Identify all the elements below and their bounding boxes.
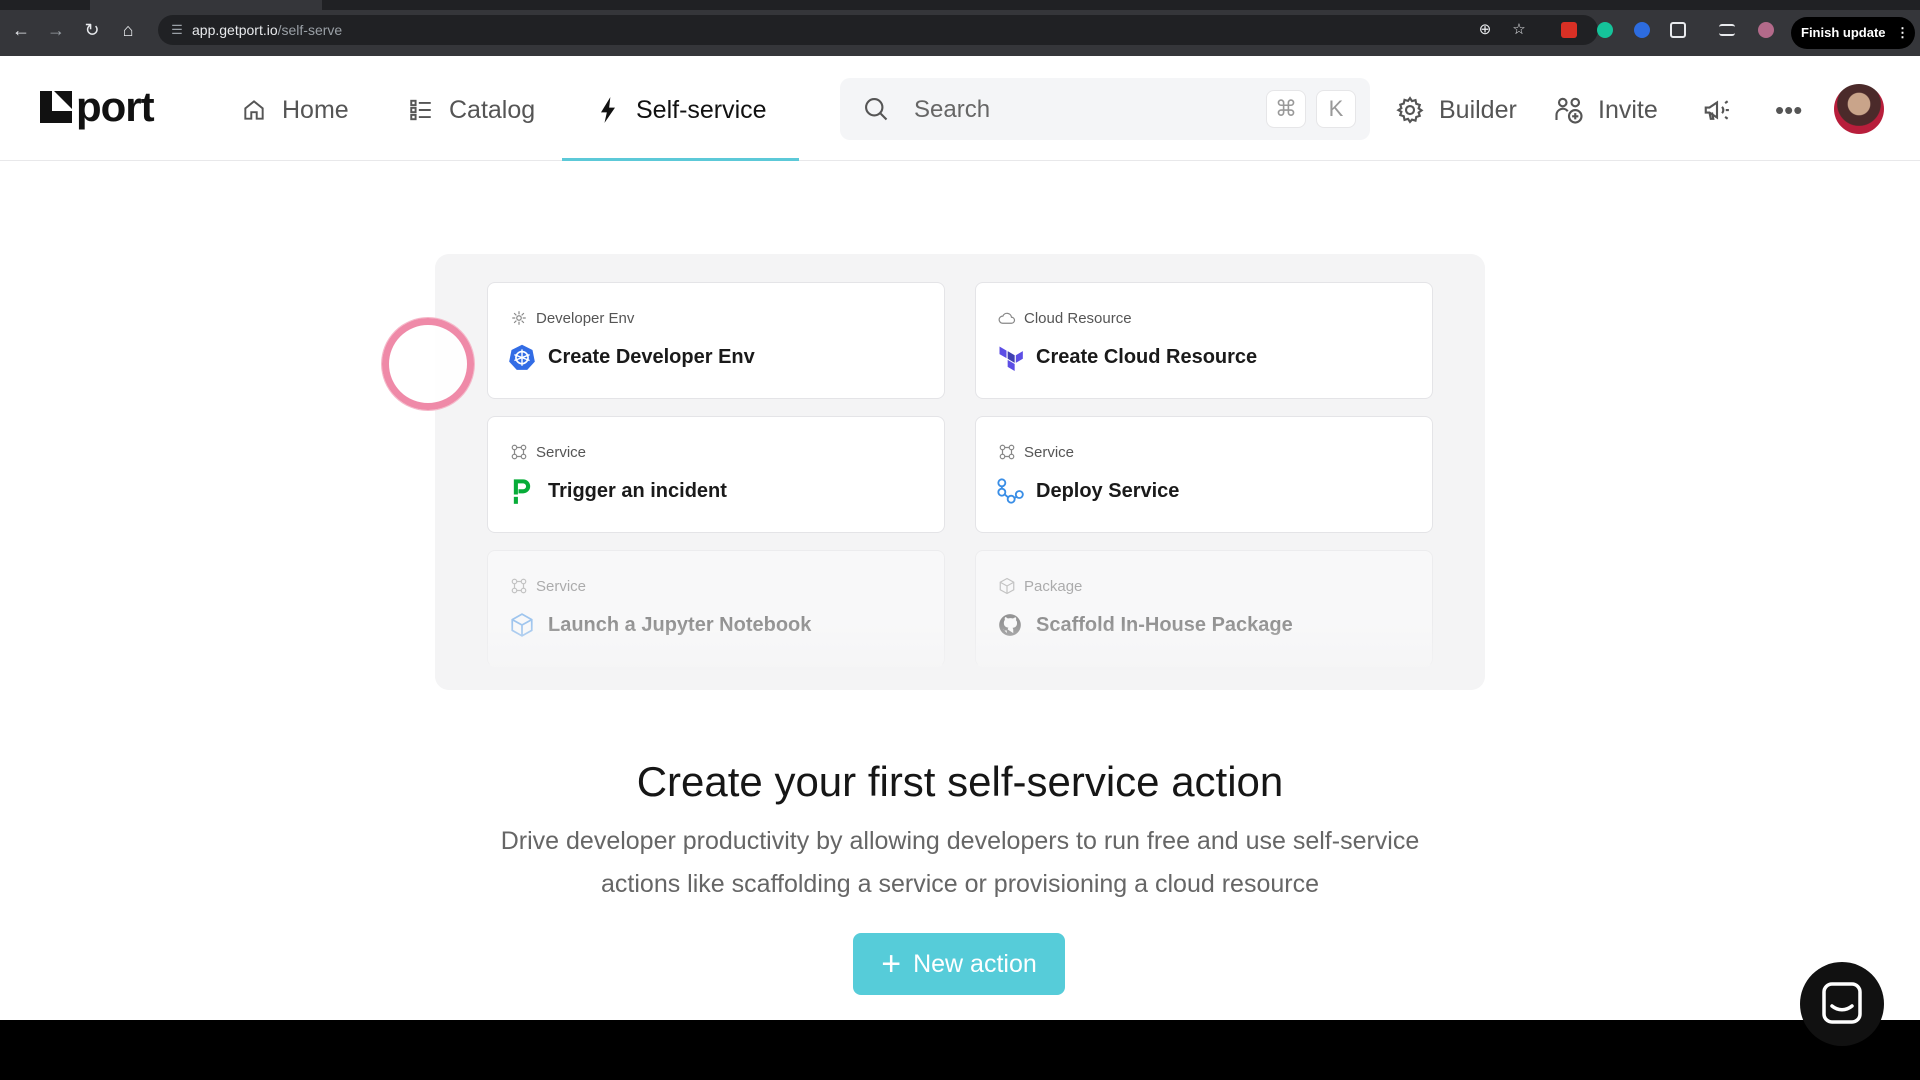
logo-text: port	[76, 83, 155, 130]
deploy-icon	[996, 477, 1024, 505]
empty-state-description: Drive developer productivity by allowing…	[500, 827, 1420, 898]
terraform-icon	[996, 343, 1024, 371]
browser-tab[interactable]	[90, 0, 322, 10]
card-category: Service	[510, 443, 586, 461]
service-blueprint-icon	[998, 443, 1016, 461]
invite-button[interactable]: Invite	[1554, 90, 1658, 130]
search-icon	[862, 95, 890, 123]
profile-icon[interactable]	[1758, 22, 1774, 38]
kubernetes-icon	[508, 343, 536, 371]
card-category-label: Service	[536, 443, 587, 461]
new-action-button[interactable]: + New action	[853, 933, 1065, 995]
card-title-text: Create Developer Env	[548, 345, 755, 368]
card-title: Trigger an incident	[508, 477, 727, 505]
nav-self-service[interactable]: Self-service	[594, 90, 767, 130]
more-dots-icon: •••	[1775, 94, 1803, 125]
nav-catalog[interactable]: Catalog	[407, 90, 535, 130]
card-category-label: Package	[1024, 577, 1083, 595]
cloud-icon	[998, 309, 1016, 327]
blueprint-icon	[510, 309, 528, 327]
service-blueprint-icon	[510, 577, 528, 595]
grammarly-icon[interactable]	[1597, 22, 1613, 38]
port-logo[interactable]: port	[40, 83, 155, 130]
zoom-extension-icon[interactable]	[1634, 22, 1650, 38]
search-placeholder: Search	[914, 96, 991, 123]
gear-icon	[1395, 95, 1425, 125]
finish-update-button[interactable]: Finish update ⋮	[1791, 17, 1915, 49]
card-category: Developer Env	[510, 309, 634, 327]
shortcut-cmd-key: ⌘	[1266, 90, 1306, 128]
empty-state-headline: Create your first self-service action	[636, 758, 1284, 805]
catalog-list-icon	[407, 96, 435, 124]
bookmark-star-icon[interactable]: ☆	[1510, 21, 1528, 39]
browser-tabstrip	[0, 0, 1920, 10]
card-title: Create Developer Env	[508, 343, 755, 371]
home-icon	[240, 96, 268, 124]
new-action-label: New action	[913, 949, 1037, 978]
click-indicator	[382, 318, 474, 410]
nav-catalog-label: Catalog	[449, 95, 536, 124]
card-category-label: Service	[1024, 443, 1075, 461]
url-text: app.getport.io/self-serve	[192, 22, 342, 38]
home-browser-icon[interactable]: ⌂	[116, 18, 140, 42]
action-card: Service Deploy Service	[975, 416, 1433, 533]
action-card: Cloud Resource Create Cloud Resource	[975, 282, 1433, 399]
chat-launcher-button[interactable]	[1800, 962, 1884, 1046]
action-card: Service Trigger an incident	[487, 416, 945, 533]
service-blueprint-icon	[510, 443, 528, 461]
action-card: Developer Env Create Developer Env	[487, 282, 945, 399]
search-input[interactable]: Search ⌘ K	[840, 78, 1370, 140]
site-info-icon[interactable]: ☰	[168, 21, 186, 39]
nav-self-service-label: Self-service	[636, 95, 767, 124]
chat-icon	[1822, 982, 1862, 1024]
nav-home-label: Home	[282, 95, 349, 124]
shortcut-k-key: K	[1316, 90, 1356, 128]
reading-list-icon[interactable]	[1719, 24, 1735, 36]
user-avatar[interactable]	[1834, 84, 1884, 134]
megaphone-icon	[1702, 95, 1732, 125]
invite-label: Invite	[1598, 95, 1658, 124]
card-category: Cloud Resource	[998, 309, 1132, 327]
browser-toolbar: ← → ↻ ⌂ ☰ app.getport.io/self-serve ⊕ ☆ …	[0, 0, 1920, 56]
port-logo-icon	[40, 91, 72, 123]
address-bar[interactable]: ☰ app.getport.io/self-serve ⊕ ☆	[158, 15, 1598, 45]
top-navigation: port Home Catalog Self-service Search ⌘ …	[0, 56, 1920, 161]
card-category: Service	[510, 577, 586, 595]
lightning-icon	[594, 96, 622, 124]
builder-label: Builder	[1439, 95, 1517, 124]
active-tab-indicator	[562, 158, 799, 161]
card-category-label: Developer Env	[536, 309, 635, 327]
nav-home[interactable]: Home	[240, 90, 349, 130]
extensions-puzzle-icon[interactable]	[1670, 22, 1686, 38]
card-category-label: Cloud Resource	[1024, 309, 1132, 327]
card-category-label: Service	[536, 577, 587, 595]
card-title: Deploy Service	[996, 477, 1179, 505]
announcements-button[interactable]	[1702, 90, 1746, 130]
extension-red-icon[interactable]	[1561, 22, 1577, 38]
plus-icon: +	[881, 945, 902, 983]
card-title-text: Trigger an incident	[548, 479, 727, 502]
back-icon[interactable]: ←	[9, 18, 33, 42]
example-actions-panel: Developer Env Create Developer Env Cloud…	[435, 254, 1485, 690]
browser-menu-icon[interactable]: ⋮	[1896, 17, 1909, 49]
card-category: Package	[998, 577, 1082, 595]
builder-button[interactable]: Builder	[1395, 90, 1517, 130]
reload-icon[interactable]: ↻	[80, 18, 104, 42]
url-host: app.getport.io	[192, 22, 278, 38]
forward-icon[interactable]: →	[44, 18, 68, 42]
pagerduty-icon	[508, 477, 536, 505]
package-icon	[998, 577, 1016, 595]
finish-update-label: Finish update	[1801, 25, 1886, 40]
panel-fade	[435, 622, 1485, 690]
card-title: Create Cloud Resource	[996, 343, 1257, 371]
card-category: Service	[998, 443, 1074, 461]
zoom-icon[interactable]: ⊕	[1476, 21, 1494, 39]
more-menu-button[interactable]: •••	[1775, 90, 1802, 130]
invite-user-icon	[1554, 95, 1584, 125]
url-path: /self-serve	[277, 22, 343, 38]
app-page: port Home Catalog Self-service Search ⌘ …	[0, 56, 1920, 1046]
card-title-text: Deploy Service	[1036, 479, 1180, 502]
card-title-text: Create Cloud Resource	[1036, 345, 1258, 368]
